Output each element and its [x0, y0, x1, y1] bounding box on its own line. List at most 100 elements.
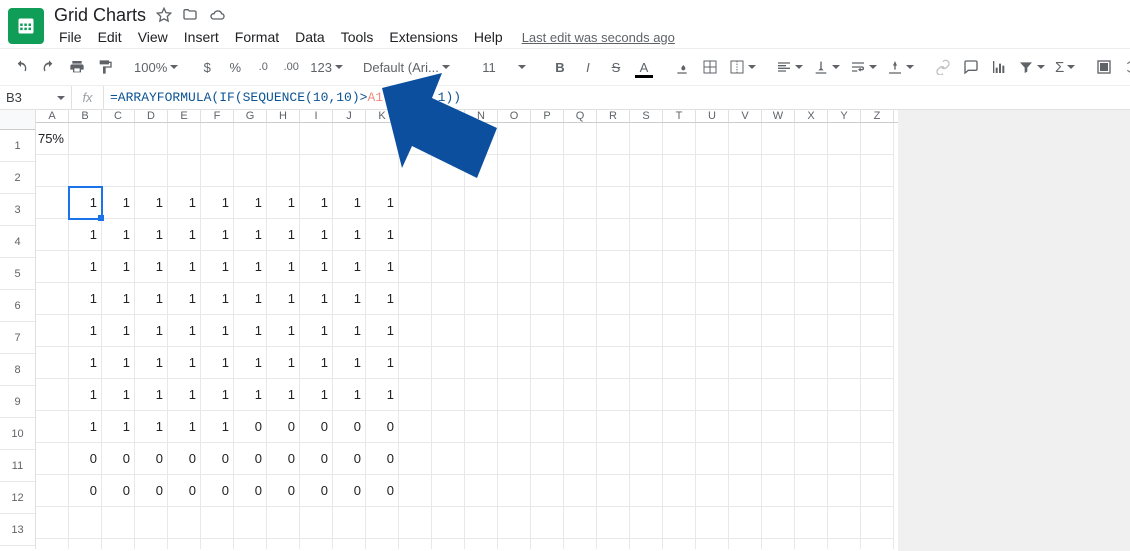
cell[interactable]	[729, 251, 762, 283]
cell[interactable]	[729, 443, 762, 475]
cell[interactable]	[630, 507, 663, 539]
col-header-N[interactable]: N	[465, 110, 498, 122]
number-format-select[interactable]: 123	[306, 60, 347, 75]
cell[interactable]	[531, 155, 564, 187]
cell[interactable]	[36, 507, 69, 539]
cell[interactable]	[861, 411, 894, 443]
cell[interactable]: 1	[300, 315, 333, 347]
cell[interactable]: 1	[135, 379, 168, 411]
cell[interactable]	[828, 155, 861, 187]
cell[interactable]	[729, 123, 762, 155]
cell[interactable]: 1	[135, 219, 168, 251]
col-header-U[interactable]: U	[696, 110, 729, 122]
cell[interactable]	[597, 347, 630, 379]
cell[interactable]	[234, 539, 267, 549]
cell[interactable]	[531, 123, 564, 155]
row-header-2[interactable]: 2	[0, 162, 35, 194]
cell[interactable]: 1	[168, 187, 201, 219]
cell[interactable]	[696, 251, 729, 283]
cell[interactable]: 1	[300, 251, 333, 283]
cell[interactable]	[762, 411, 795, 443]
cell[interactable]: 1	[102, 219, 135, 251]
cell[interactable]: 1	[201, 187, 234, 219]
menu-tools[interactable]: Tools	[334, 27, 381, 47]
cell[interactable]: 0	[267, 475, 300, 507]
cell[interactable]	[795, 507, 828, 539]
cell[interactable]	[333, 539, 366, 549]
cell[interactable]	[729, 219, 762, 251]
cell[interactable]	[696, 283, 729, 315]
cell[interactable]: 1	[366, 347, 399, 379]
cell[interactable]: 1	[102, 251, 135, 283]
cell[interactable]	[663, 219, 696, 251]
cell[interactable]: 0	[234, 475, 267, 507]
cell[interactable]	[729, 475, 762, 507]
col-header-J[interactable]: J	[333, 110, 366, 122]
cell[interactable]	[36, 315, 69, 347]
cell[interactable]	[498, 443, 531, 475]
cell[interactable]	[498, 347, 531, 379]
cell[interactable]	[630, 219, 663, 251]
toggle1-button[interactable]	[1091, 54, 1117, 80]
cell[interactable]: 0	[234, 443, 267, 475]
cell[interactable]: 1	[168, 379, 201, 411]
col-header-E[interactable]: E	[168, 110, 201, 122]
col-header-C[interactable]: C	[102, 110, 135, 122]
cell[interactable]	[762, 443, 795, 475]
cell[interactable]	[630, 155, 663, 187]
cell[interactable]: 1	[234, 251, 267, 283]
cell[interactable]	[597, 123, 630, 155]
cell[interactable]	[696, 187, 729, 219]
cell[interactable]	[663, 411, 696, 443]
cell[interactable]	[465, 347, 498, 379]
cell[interactable]	[432, 219, 465, 251]
cell[interactable]	[828, 187, 861, 219]
zoom-select[interactable]: 100%	[130, 60, 182, 75]
cell[interactable]	[432, 187, 465, 219]
cell[interactable]: 0	[201, 475, 234, 507]
col-header-B[interactable]: B	[69, 110, 102, 122]
col-header-Y[interactable]: Y	[828, 110, 861, 122]
cell[interactable]: 1	[267, 283, 300, 315]
cell[interactable]: 0	[366, 475, 399, 507]
cell[interactable]	[201, 155, 234, 187]
cell[interactable]: 1	[168, 347, 201, 379]
cell[interactable]	[597, 251, 630, 283]
cell[interactable]: 0	[366, 443, 399, 475]
cell[interactable]: 1	[102, 411, 135, 443]
cell[interactable]	[861, 283, 894, 315]
cell[interactable]: 1	[102, 347, 135, 379]
cell[interactable]	[36, 443, 69, 475]
cell[interactable]	[795, 187, 828, 219]
font-size-select[interactable]: 11	[471, 60, 507, 75]
cell[interactable]	[861, 379, 894, 411]
cell[interactable]	[168, 155, 201, 187]
cell[interactable]: 0	[267, 443, 300, 475]
move-folder-icon[interactable]	[182, 7, 198, 23]
cell[interactable]	[168, 507, 201, 539]
cell[interactable]	[762, 283, 795, 315]
text-wrap-button[interactable]	[846, 59, 881, 75]
cell[interactable]	[597, 475, 630, 507]
cell[interactable]	[300, 507, 333, 539]
cell[interactable]	[861, 219, 894, 251]
cell[interactable]	[795, 219, 828, 251]
col-header-F[interactable]: F	[201, 110, 234, 122]
row-header-8[interactable]: 8	[0, 354, 35, 386]
cell[interactable]: 1	[267, 219, 300, 251]
cell[interactable]	[36, 379, 69, 411]
cell[interactable]: 1	[201, 315, 234, 347]
cell[interactable]	[564, 155, 597, 187]
cell[interactable]	[432, 155, 465, 187]
cell[interactable]	[201, 507, 234, 539]
col-header-V[interactable]: V	[729, 110, 762, 122]
cell[interactable]: 1	[102, 315, 135, 347]
cell[interactable]	[795, 347, 828, 379]
cell[interactable]	[762, 315, 795, 347]
cell[interactable]	[399, 347, 432, 379]
row-header-13[interactable]: 13	[0, 514, 35, 546]
cell[interactable]	[564, 507, 597, 539]
text-color-button[interactable]: A	[631, 54, 657, 80]
cell[interactable]: 1	[267, 187, 300, 219]
cell[interactable]	[828, 283, 861, 315]
